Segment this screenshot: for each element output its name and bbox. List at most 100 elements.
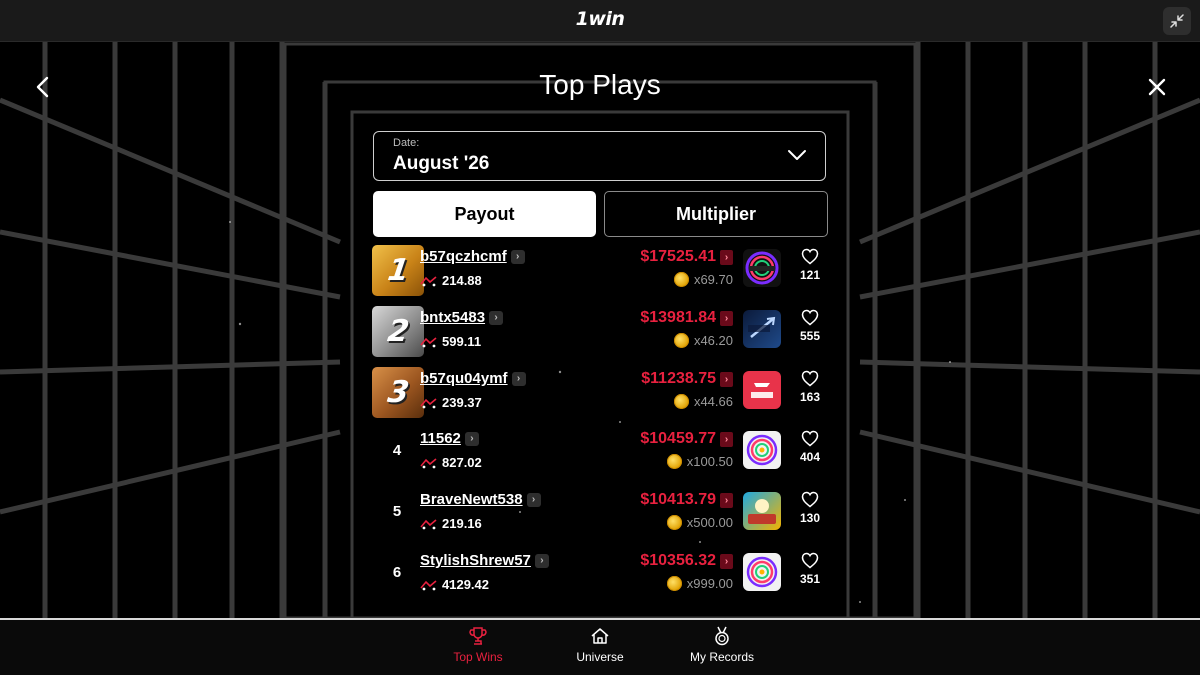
tab-payout[interactable]: Payout bbox=[373, 191, 596, 237]
points-icon bbox=[420, 397, 437, 408]
points-icon bbox=[420, 275, 437, 286]
username: BraveNewt538 bbox=[420, 491, 523, 508]
multiplier-value: x100.50 bbox=[686, 454, 733, 469]
rank-number: 2 bbox=[385, 314, 411, 349]
heart-icon bbox=[801, 370, 819, 387]
points-icon bbox=[420, 457, 437, 468]
page-title: Top Plays bbox=[539, 69, 661, 100]
leaderboard-row: 5 BraveNewt538 › 219.16 $10413.79 › x500.… bbox=[372, 487, 828, 541]
points: 214.88 bbox=[420, 273, 482, 288]
like-count: 130 bbox=[799, 511, 821, 525]
date-value: August '26 bbox=[393, 153, 490, 174]
username-link[interactable]: BraveNewt538 › bbox=[420, 491, 541, 508]
username-link[interactable]: StylishShrew57 › bbox=[420, 552, 549, 569]
multiplier: x100.50 bbox=[666, 454, 733, 469]
chevron-right-icon: › bbox=[720, 249, 733, 265]
like-count: 404 bbox=[799, 450, 821, 464]
close-button[interactable] bbox=[1142, 72, 1172, 102]
username-link[interactable]: b57qczhcmf › bbox=[420, 248, 525, 265]
like-count: 121 bbox=[799, 268, 821, 282]
rank-number: 4 bbox=[392, 442, 402, 459]
nav-top-wins[interactable]: Top Wins bbox=[428, 626, 528, 664]
like-button[interactable]: 121 bbox=[792, 248, 828, 282]
points: 219.16 bbox=[420, 516, 482, 531]
points-icon bbox=[420, 579, 437, 590]
username-link[interactable]: 11562 › bbox=[420, 430, 479, 447]
chicken-route-icon[interactable] bbox=[743, 492, 781, 530]
payout-value: $10356.32 bbox=[640, 552, 716, 569]
points-value: 4129.42 bbox=[442, 577, 489, 592]
coin-icon bbox=[666, 454, 682, 469]
payout[interactable]: $10356.32 › bbox=[640, 552, 733, 570]
medal-icon bbox=[715, 626, 729, 646]
like-button[interactable]: 351 bbox=[792, 552, 828, 586]
like-count: 163 bbox=[799, 390, 821, 404]
payout-value: $11238.75 bbox=[641, 370, 716, 387]
bottom-nav: Top Wins Universe My Records bbox=[0, 618, 1200, 675]
username: b57qu04ymf bbox=[420, 370, 508, 387]
leaderboard-row: 2 bntx5483 › 599.11 $13981.84 › x46.20 55… bbox=[372, 305, 828, 359]
heart-icon bbox=[801, 309, 819, 326]
rank-badge: 1 bbox=[372, 245, 424, 296]
chevron-right-icon: › bbox=[464, 432, 479, 446]
points-value: 827.02 bbox=[442, 455, 482, 470]
coin-icon bbox=[673, 272, 689, 287]
chevron-right-icon: › bbox=[720, 553, 733, 569]
multiplier: x69.70 bbox=[673, 272, 733, 287]
points: 239.37 bbox=[420, 395, 482, 410]
points-value: 239.37 bbox=[442, 395, 482, 410]
multiplier: x999.00 bbox=[666, 576, 733, 591]
multiplier-value: x46.20 bbox=[693, 333, 733, 348]
aero-icon[interactable] bbox=[743, 371, 781, 409]
date-label: Date: bbox=[393, 137, 420, 149]
multiplier-value: x44.66 bbox=[693, 394, 733, 409]
username-link[interactable]: b57qu04ymf › bbox=[420, 370, 526, 387]
username: bntx5483 bbox=[420, 309, 486, 326]
multiplier-value: x500.00 bbox=[686, 515, 733, 530]
heart-icon bbox=[801, 430, 819, 447]
coin-icon bbox=[673, 333, 689, 348]
chevron-right-icon: › bbox=[720, 310, 733, 326]
multiplier-value: x69.70 bbox=[693, 272, 733, 287]
coin-icon bbox=[673, 394, 689, 409]
payout-value: $10459.77 bbox=[640, 430, 716, 447]
nav-my-records[interactable]: My Records bbox=[672, 626, 772, 664]
home-icon bbox=[591, 628, 609, 644]
points-icon bbox=[420, 336, 437, 347]
heart-icon bbox=[801, 248, 819, 265]
payout[interactable]: $11238.75 › bbox=[641, 370, 733, 388]
nav-universe[interactable]: Universe bbox=[550, 626, 650, 664]
chevron-right-icon: › bbox=[720, 492, 733, 508]
date-select[interactable]: Date: August '26 bbox=[373, 131, 826, 181]
payout[interactable]: $10459.77 › bbox=[640, 430, 733, 448]
like-count: 555 bbox=[799, 329, 821, 343]
username: StylishShrew57 bbox=[420, 552, 531, 569]
payout-value: $13981.84 bbox=[640, 309, 716, 326]
payout[interactable]: $17525.41 › bbox=[640, 248, 733, 266]
vortex-icon[interactable] bbox=[743, 249, 781, 287]
multiplier: x46.20 bbox=[673, 333, 733, 348]
multiplier: x44.66 bbox=[673, 394, 733, 409]
coin-icon bbox=[666, 576, 682, 591]
like-button[interactable]: 555 bbox=[792, 309, 828, 343]
crash-x-icon[interactable] bbox=[743, 310, 781, 348]
tab-multiplier[interactable]: Multiplier bbox=[604, 191, 828, 237]
like-button[interactable]: 163 bbox=[792, 370, 828, 404]
chevron-right-icon: › bbox=[526, 493, 541, 507]
payout[interactable]: $10413.79 › bbox=[640, 491, 733, 509]
like-button[interactable]: 130 bbox=[792, 491, 828, 525]
payout[interactable]: $13981.84 › bbox=[640, 309, 733, 327]
multiplier: x500.00 bbox=[666, 515, 733, 530]
vortex-white-icon[interactable] bbox=[743, 431, 781, 469]
rank-number: 1 bbox=[385, 253, 411, 288]
collapse-button[interactable] bbox=[1163, 7, 1191, 35]
username: 11562 bbox=[420, 430, 461, 447]
like-button[interactable]: 404 bbox=[792, 430, 828, 464]
rank-badge: 2 bbox=[372, 306, 424, 357]
brand-logo: 1win bbox=[575, 8, 625, 30]
top-bar: 1win bbox=[0, 0, 1200, 42]
payout-value: $17525.41 bbox=[640, 248, 716, 265]
vortex-white-icon[interactable] bbox=[743, 553, 781, 591]
username-link[interactable]: bntx5483 › bbox=[420, 309, 504, 326]
rank-number: 6 bbox=[392, 564, 402, 581]
